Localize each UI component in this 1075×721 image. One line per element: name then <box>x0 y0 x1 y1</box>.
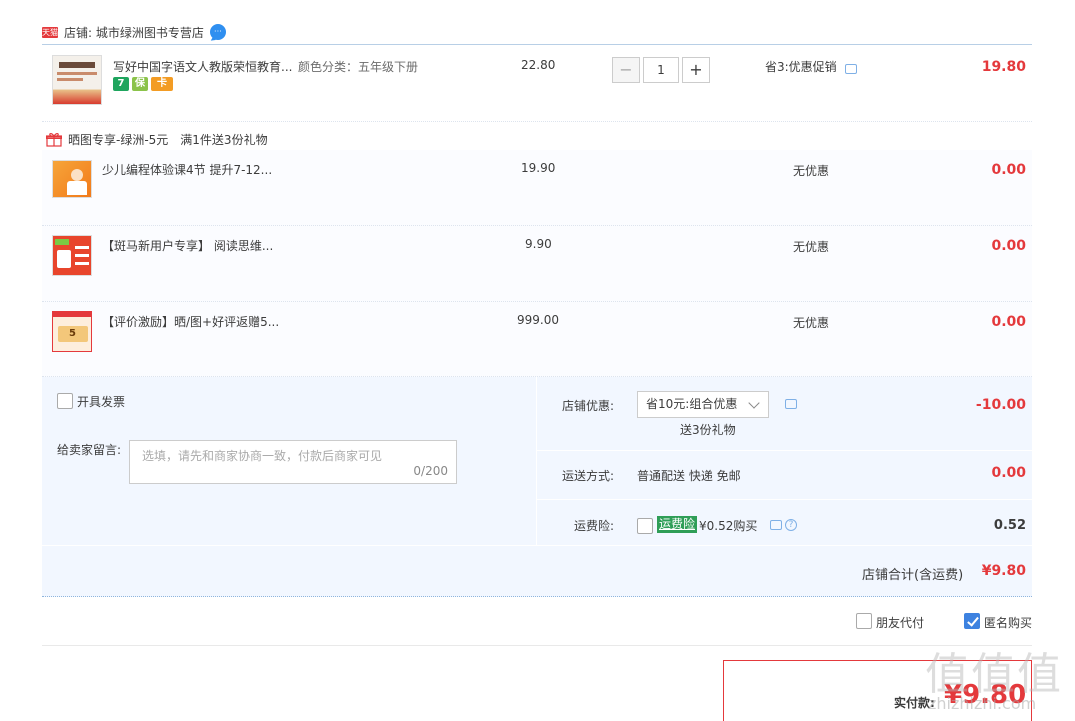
freight-insurance-amount: 0.52 <box>993 518 1026 533</box>
freight-insurance-value: ¥0.52购买 <box>699 519 758 533</box>
freight-insurance-label: 运费险: <box>574 519 615 533</box>
item-promo: 无优惠 <box>793 316 830 330</box>
tmall-badge: 天猫 <box>42 26 58 38</box>
invoice-checkbox[interactable] <box>57 393 73 409</box>
store-name[interactable]: 店铺: 城市绿洲图书专营店 <box>64 24 204 41</box>
chat-icon[interactable]: ··· <box>209 24 226 40</box>
anonymous-checkbox[interactable] <box>964 613 980 629</box>
item-promo: 省3:优惠促销 <box>765 60 837 74</box>
item-sku: 颜色分类：五年级下册 <box>298 60 419 74</box>
card-payment-icon[interactable]: 卡 <box>151 77 173 91</box>
invoice-label[interactable]: 开具发票 <box>77 393 125 410</box>
product-thumbnail[interactable]: 5 <box>52 311 92 352</box>
friend-pay-label[interactable]: 朋友代付 <box>876 614 924 631</box>
gift-header: 晒图专享-绿洲-5元 满1件送3份礼物 <box>46 131 268 148</box>
product-thumbnail[interactable] <box>52 55 102 105</box>
item-price: 9.90 <box>525 237 552 251</box>
item-price: 19.90 <box>521 161 556 175</box>
item-promo: 无优惠 <box>793 240 830 254</box>
divider <box>537 499 1032 500</box>
item-price: 22.80 <box>521 58 556 72</box>
freight-insurance-tag[interactable]: 运费险 <box>657 516 698 533</box>
help-icon[interactable]: ? <box>785 519 797 531</box>
store-total-amount: ¥9.80 <box>981 563 1026 579</box>
item-price: 999.00 <box>517 313 559 327</box>
item-title[interactable]: 少儿编程体验课4节 提升7-12... <box>102 161 272 178</box>
item-title[interactable]: 【斑马新用户专享】 阅读思维... <box>102 237 273 254</box>
shipping-value: 普通配送 快递 免邮 <box>637 469 741 483</box>
store-discount-select[interactable]: 省10元:组合优惠 <box>637 391 769 418</box>
discount-info-icon[interactable] <box>785 399 797 409</box>
order-item-row: 写好中国字语文人教版荣恒教育... 颜色分类：五年级下册 7 保 卡 22.80… <box>42 45 1032 122</box>
service-tags: 7 保 卡 <box>113 77 173 91</box>
watermark-url: zhizhizhi.com <box>928 694 1037 713</box>
divider <box>537 450 1032 451</box>
char-counter: 0/200 <box>413 464 448 478</box>
divider <box>42 545 1032 546</box>
gift-rule: 满1件送3份礼物 <box>180 133 268 147</box>
quantity-stepper: − 1 + <box>612 57 710 83</box>
seller-message-label: 给卖家留言: <box>57 443 122 457</box>
promo-info-icon[interactable] <box>845 64 857 74</box>
store-header: 天猫 店铺: 城市绿洲图书专营店 ··· <box>42 22 226 42</box>
shipping-label: 运送方式: <box>562 469 615 483</box>
divider <box>536 377 537 545</box>
store-discount-amount: -10.00 <box>975 397 1026 413</box>
friend-pay-checkbox[interactable] <box>856 613 872 629</box>
order-item-row: 【斑马新用户专享】 阅读思维... 9.90 无优惠 0.00 <box>42 226 1032 302</box>
order-item-row: 5 【评价激励】晒/图+好评返赠5... 999.00 无优惠 0.00 <box>42 302 1032 377</box>
item-title[interactable]: 写好中国字语文人教版荣恒教育... <box>113 58 292 75</box>
seven-day-return-icon[interactable]: 7 <box>113 77 129 91</box>
order-item-row: 少儿编程体验课4节 提升7-12... 19.90 无优惠 0.00 <box>42 150 1032 226</box>
chevron-down-icon <box>748 397 760 409</box>
gift-label: 晒图专享-绿洲-5元 <box>68 133 169 147</box>
item-subtotal: 0.00 <box>991 238 1026 254</box>
guarantee-icon[interactable]: 保 <box>132 77 148 91</box>
divider <box>42 645 1032 646</box>
store-discount-selected: 省10元:组合优惠 <box>646 397 738 411</box>
product-thumbnail[interactable] <box>52 235 92 276</box>
item-title[interactable]: 【评价激励】晒/图+好评返赠5... <box>102 313 279 330</box>
increase-button[interactable]: + <box>682 57 710 83</box>
store-discount-note: 送3份礼物 <box>680 423 736 437</box>
item-subtotal: 0.00 <box>991 162 1026 178</box>
store-total-label: 店铺合计(含运费) <box>862 568 964 583</box>
item-subtotal: 0.00 <box>991 314 1026 330</box>
decrease-button[interactable]: − <box>612 57 640 83</box>
store-discount-label: 店铺优惠: <box>562 399 615 413</box>
watermark: 值值值 <box>925 649 1063 700</box>
seller-message-input[interactable]: 选填，请先和商家协商一致，付款后商家可见 0/200 <box>129 440 457 484</box>
gift-icon <box>46 133 62 147</box>
item-promo: 无优惠 <box>793 164 830 178</box>
insurance-info-icon[interactable] <box>770 520 782 530</box>
quantity-input[interactable]: 1 <box>643 57 679 83</box>
seller-message-placeholder: 选填，请先和商家协商一致，付款后商家可见 <box>142 449 383 463</box>
product-thumbnail[interactable] <box>52 160 92 198</box>
freight-insurance-checkbox[interactable] <box>637 518 653 534</box>
item-subtotal: 19.80 <box>981 59 1026 75</box>
shipping-amount: 0.00 <box>991 465 1026 481</box>
anonymous-label[interactable]: 匿名购买 <box>984 614 1032 631</box>
